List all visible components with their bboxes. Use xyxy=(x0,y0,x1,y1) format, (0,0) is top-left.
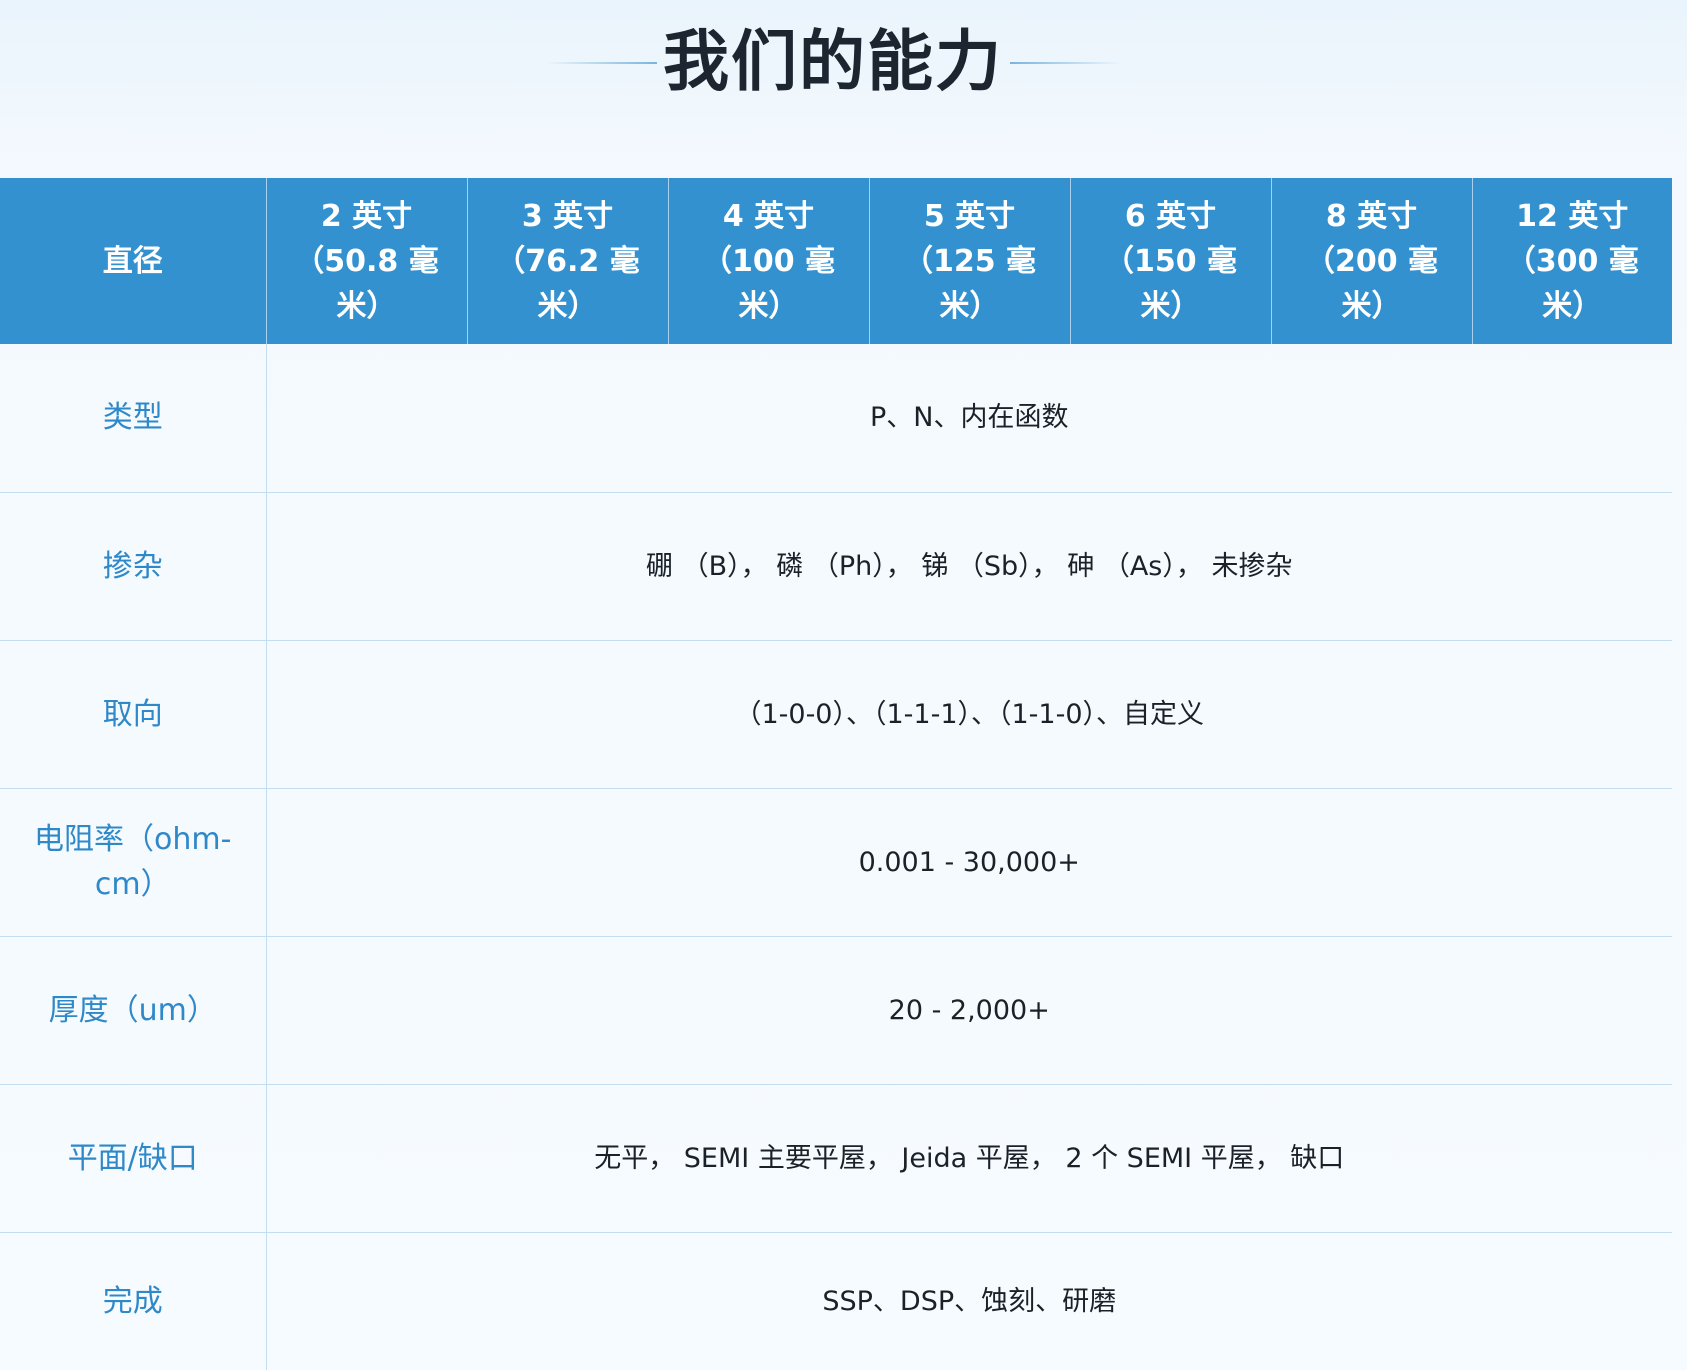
header-cell-diameter: 直径 xyxy=(0,178,266,344)
table-row: 厚度（um） 20 - 2,000+ xyxy=(0,935,1672,1084)
capabilities-table: 直径 2 英寸（50.8 毫米） 3 英寸（76.2 毫米） 4 英寸（100 … xyxy=(0,178,1672,1370)
row-value-doping: 硼 （B）， 磷 （Ph）， 锑 （Sb）， 砷 （As）， 未掺杂 xyxy=(266,491,1672,640)
table-row: 完成 SSP、DSP、蚀刻、研磨 xyxy=(0,1231,1672,1370)
row-label-resistivity: 电阻率（ohm-cm） xyxy=(0,787,267,936)
header-cell-size: 6 英寸（150 毫米） xyxy=(1069,178,1271,344)
row-label-finish: 完成 xyxy=(0,1231,267,1370)
row-label-flat-notch: 平面/缺口 xyxy=(0,1083,267,1232)
row-value-flat-notch: 无平， SEMI 主要平屋， Jeida 平屋， 2 个 SEMI 平屋， 缺口 xyxy=(266,1083,1672,1232)
row-label-type: 类型 xyxy=(0,344,267,492)
row-value-type: P、N、内在函数 xyxy=(870,402,1069,434)
table-row: 平面/缺口 无平， SEMI 主要平屋， Jeida 平屋， 2 个 SEMI … xyxy=(0,1083,1672,1232)
row-value-resistivity: 0.001 - 30,000+ xyxy=(266,787,1672,936)
header-cell-size: 5 英寸（125 毫米） xyxy=(868,178,1070,344)
row-label-thickness: 厚度（um） xyxy=(0,935,267,1084)
row-label-orientation: 取向 xyxy=(0,639,267,788)
row-value-orientation: （1-0-0）、（1-1-1）、（1-1-0）、自定义 xyxy=(266,639,1672,788)
table-row: 取向 （1-0-0）、（1-1-1）、（1-1-0）、自定义 xyxy=(0,639,1672,788)
header-cell-size: 8 英寸（200 毫米） xyxy=(1270,178,1472,344)
section-header: 我们的能力 xyxy=(0,0,1687,178)
header-cell-size: 2 英寸（50.8 毫米） xyxy=(265,178,467,344)
row-value-thickness: 20 - 2,000+ xyxy=(266,935,1672,1084)
table-row: 掺杂 硼 （B）， 磷 （Ph）， 锑 （Sb）， 砷 （As）， 未掺杂 xyxy=(0,491,1672,640)
page-title: 我们的能力 xyxy=(663,23,1003,100)
table-row: 电阻率（ohm-cm） 0.001 - 30,000+ xyxy=(0,787,1672,936)
page: 我们的能力 直径 2 英寸（50.8 毫米） 3 英寸（76.2 毫米） 4 英… xyxy=(0,0,1687,1370)
row-value-finish: SSP、DSP、蚀刻、研磨 xyxy=(266,1231,1672,1370)
row-label-doping: 掺杂 xyxy=(0,491,267,640)
table-header-row: 直径 2 英寸（50.8 毫米） 3 英寸（76.2 毫米） 4 英寸（100 … xyxy=(0,178,1672,344)
header-cell-size: 4 英寸（100 毫米） xyxy=(667,178,869,344)
table-row: 类型 P、N、内在函数 xyxy=(0,344,1672,492)
title-divider-right xyxy=(1010,62,1122,64)
header-cell-size: 12 英寸（300 毫米） xyxy=(1471,178,1672,344)
header-cell-size: 3 英寸（76.2 毫米） xyxy=(466,178,668,344)
